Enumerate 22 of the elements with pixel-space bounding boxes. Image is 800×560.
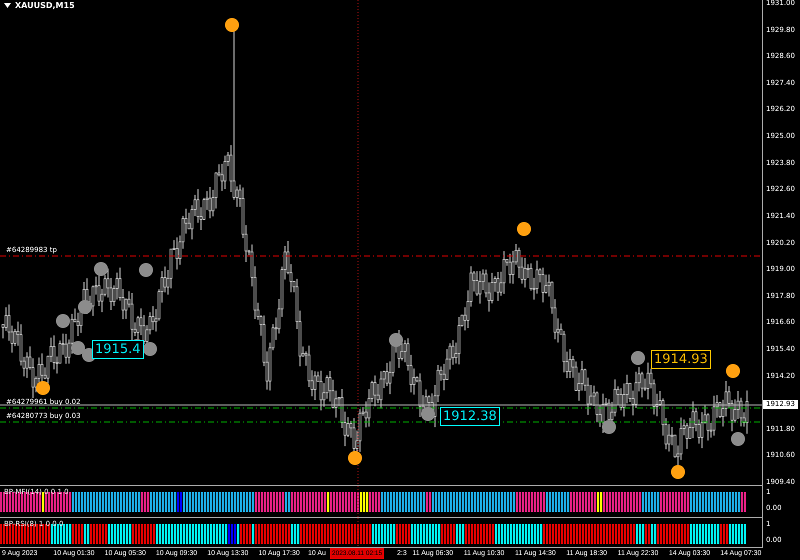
signal-dot [139, 263, 153, 277]
signal-dot [631, 351, 645, 365]
signal-dot [731, 432, 745, 446]
chart-title: XAUUSD,M15 [15, 1, 75, 10]
signal-dot [726, 364, 740, 378]
signal-dot [78, 300, 92, 314]
signal-dot [421, 407, 435, 421]
signal-dot [671, 465, 685, 479]
price-label: 1914.93 [651, 350, 711, 369]
signal-dot [56, 314, 70, 328]
dropdown-icon[interactable] [4, 3, 11, 8]
signal-dot [225, 18, 239, 32]
signal-dot [143, 342, 157, 356]
signal-dot [389, 333, 403, 347]
signal-dot [517, 222, 531, 236]
signal-dot [94, 262, 108, 276]
price-label: 1912.38 [440, 407, 500, 426]
signal-dot [71, 341, 85, 355]
signal-dot [602, 420, 616, 434]
price-label: 1915.4 [92, 340, 144, 359]
signal-dot [36, 381, 50, 395]
signal-dot [348, 451, 362, 465]
